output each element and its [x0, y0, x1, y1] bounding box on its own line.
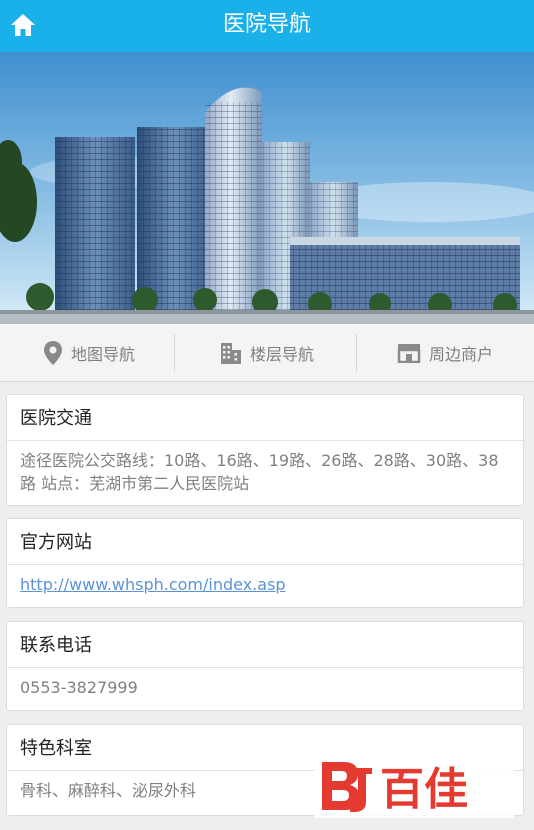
nav-divider [174, 334, 175, 372]
page-title: 医院导航 [222, 12, 311, 37]
website-link[interactable]: http://www.whsph.com/index.asp [20, 575, 286, 594]
phone-number[interactable]: 0553-3827999 [7, 668, 523, 699]
building-icon [220, 342, 241, 364]
traffic-title: 医院交通 [7, 395, 523, 441]
nav-bar: 地图导航 楼层导航 周边商户 [0, 324, 534, 382]
nav-map-navigation[interactable]: 地图导航 [0, 324, 178, 381]
website-title: 官方网站 [7, 519, 523, 565]
svg-text:百佳: 百佳 [380, 764, 468, 815]
map-pin-icon [43, 340, 62, 365]
nav-nearby-shops[interactable]: 周边商户 [356, 324, 534, 381]
traffic-card: 医院交通 途径医院公交路线：10路、16路、19路、26路、28路、30路、38… [6, 394, 524, 506]
top-bar: 医院导航 [0, 0, 534, 52]
nav-floor-navigation[interactable]: 楼层导航 [178, 324, 356, 381]
traffic-content: 途径医院公交路线：10路、16路、19路、26路、28路、30路、38路 站点：… [20, 451, 499, 493]
nav-floor-navigation-label: 楼层导航 [249, 344, 314, 364]
store-icon [397, 343, 421, 363]
nav-map-navigation-label: 地图导航 [70, 344, 135, 364]
hospital-banner-image [0, 52, 534, 324]
phone-card: 联系电话 0553-3827999 [6, 621, 524, 711]
watermark-logo: 百佳 [314, 754, 514, 818]
website-card: 官方网站 http://www.whsph.com/index.asp [6, 518, 524, 608]
nav-nearby-shops-label: 周边商户 [428, 344, 493, 364]
phone-title: 联系电话 [7, 622, 523, 668]
